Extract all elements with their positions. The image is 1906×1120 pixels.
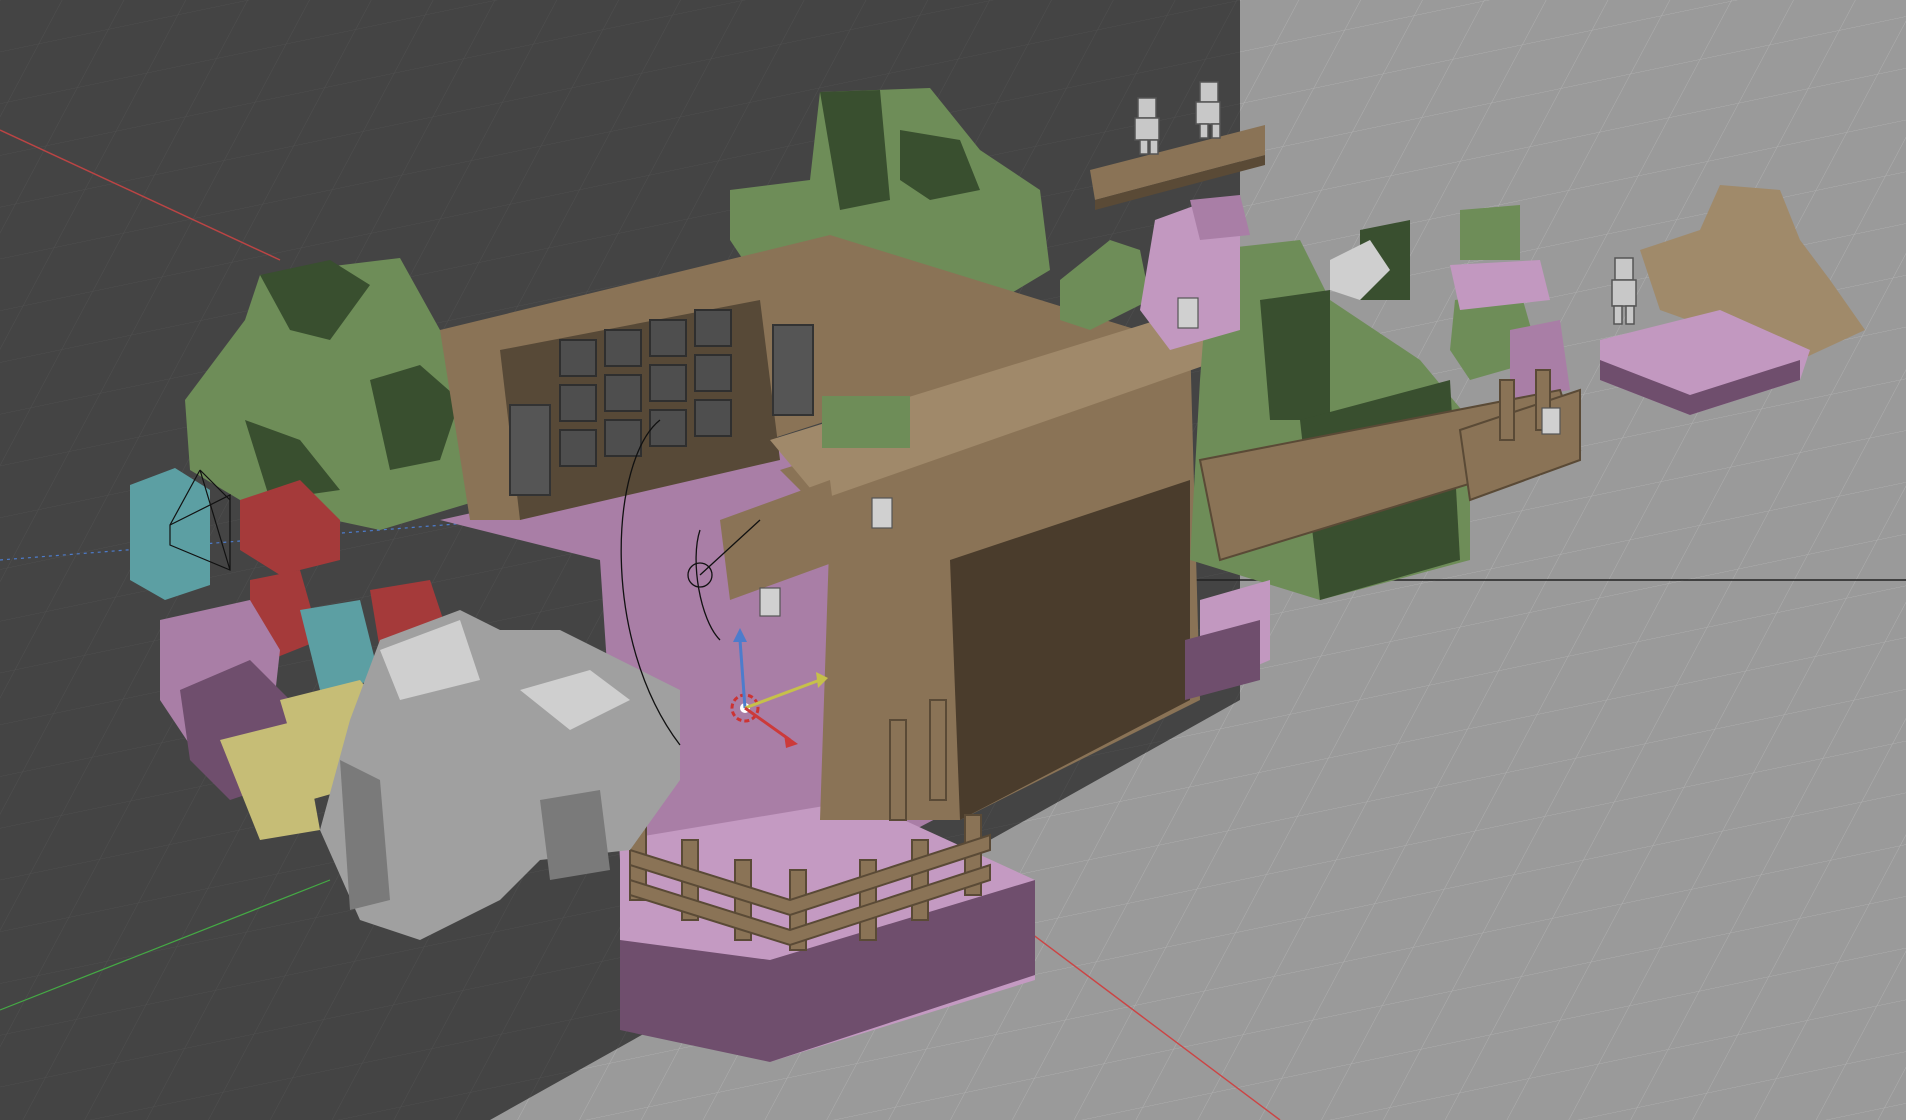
green-cube[interactable] — [822, 396, 910, 448]
3d-viewport[interactable] — [0, 0, 1906, 1120]
blocky-character[interactable] — [1195, 81, 1221, 139]
house-door — [509, 404, 551, 496]
house-door — [772, 324, 814, 416]
